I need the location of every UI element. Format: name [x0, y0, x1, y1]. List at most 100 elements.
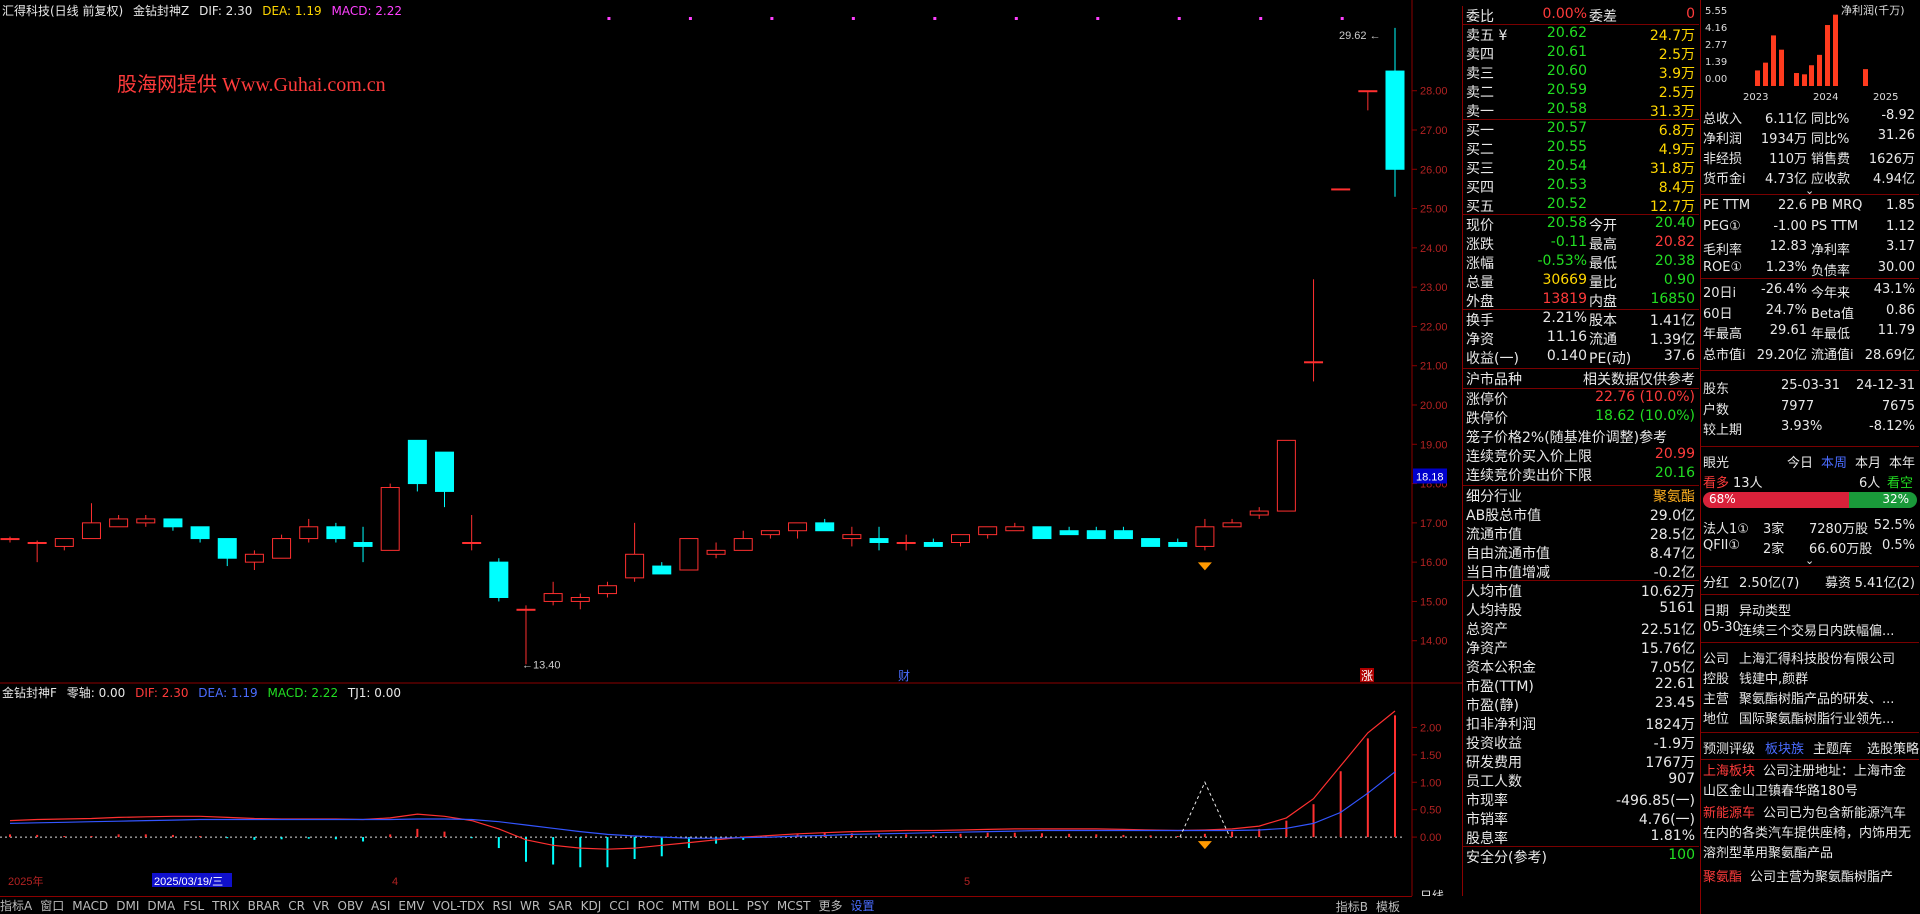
indicator-tab[interactable]: 窗口 [40, 899, 64, 913]
indicator-tab[interactable]: WR [520, 899, 540, 913]
indicator-tab[interactable]: MTM [672, 899, 700, 913]
candle-body[interactable] [353, 542, 373, 547]
candle-body[interactable] [869, 538, 889, 543]
indicator-tab[interactable]: DMI [116, 899, 139, 913]
candle-body[interactable] [217, 538, 237, 559]
candle-body[interactable] [1222, 522, 1242, 528]
candle-body[interactable] [326, 526, 346, 540]
candle-body[interactable] [407, 439, 427, 485]
kline-svg[interactable]: 28.00 27.00 26.00 25.00 24.00 23.00 22.00 21.00… [0, 0, 1462, 896]
fin-row[interactable]: 安全分(参考) 100 [1463, 847, 1699, 866]
expand-chevron-icon[interactable]: ⌄ [1805, 184, 1814, 197]
indicator-tab[interactable]: TRIX [212, 899, 239, 913]
indicator-tab[interactable]: BOLL [708, 899, 739, 913]
indicator-tab[interactable]: FSL [183, 899, 204, 913]
candle-body[interactable] [950, 534, 970, 544]
candle-body[interactable] [1113, 530, 1133, 540]
indicator-tab[interactable]: MCST [777, 899, 811, 913]
indicator-tab[interactable]: OBV [338, 899, 364, 913]
candle-body[interactable] [733, 538, 753, 551]
candle-body[interactable] [0, 538, 20, 541]
candle-body[interactable] [570, 597, 590, 602]
fin-row[interactable]: 市盈(静) 23.45 [1463, 695, 1699, 714]
indicator-tab[interactable]: VOL-TDX [433, 899, 485, 913]
candle-body[interactable] [272, 538, 292, 559]
indicator-tab[interactable]: PSY [747, 899, 769, 913]
fin-row[interactable]: 净资产 15.76亿 [1463, 638, 1699, 657]
candle-body[interactable] [815, 522, 835, 532]
link-tab[interactable]: 板块族 [1765, 738, 1804, 757]
fin-row[interactable]: 资本公积金 7.05亿 [1463, 657, 1699, 676]
candle-body[interactable] [54, 538, 74, 547]
fin-row[interactable]: 投资收益 -1.9万 [1463, 733, 1699, 752]
candle-body[interactable] [1276, 439, 1296, 512]
indicator-tab[interactable]: 指标A [0, 899, 32, 913]
indicator-tab[interactable]: ASI [371, 899, 390, 913]
candle-body[interactable] [1005, 526, 1025, 532]
candle-body[interactable] [1385, 70, 1405, 170]
indicator-tab[interactable]: DMA [147, 899, 175, 913]
candle-body[interactable] [706, 549, 726, 555]
indicator-tab[interactable]: EMV [398, 899, 424, 913]
candle-body[interactable] [190, 526, 210, 540]
candle-body[interactable] [516, 608, 536, 611]
fin-row[interactable]: 总资产 22.51亿 [1463, 619, 1699, 638]
candle-body[interactable] [652, 565, 672, 575]
eye-tab[interactable]: 本年 [1889, 452, 1915, 471]
fin-row[interactable]: 研发费用 1767万 [1463, 752, 1699, 771]
sub-indicator-name[interactable]: 金钻封神F [2, 686, 57, 700]
eye-tab[interactable]: 本月 [1855, 452, 1881, 471]
indicator-tab[interactable]: 设置 [851, 899, 875, 913]
candle-body[interactable] [1032, 526, 1052, 540]
candle-body[interactable] [1331, 188, 1351, 191]
candle-body[interactable] [788, 522, 808, 532]
indicator-tab[interactable]: MACD [72, 899, 108, 913]
link-tab[interactable]: 主题库 [1813, 738, 1852, 757]
candle-body[interactable] [625, 553, 645, 579]
indicator-tab[interactable]: SAR [548, 899, 572, 913]
candle-body[interactable] [543, 593, 563, 602]
template-tab[interactable]: 指标B [1336, 900, 1368, 914]
indicator-tab[interactable]: CR [288, 899, 305, 913]
concept-block[interactable]: 上海板块 公司注册地址：上海市金山区金山卫镇春华路180号 [1703, 762, 1917, 802]
template-tab[interactable]: 模板 [1376, 900, 1400, 914]
indicator-name[interactable]: 金钻封神Z [133, 4, 189, 18]
candle-body[interactable] [679, 538, 699, 571]
candle-body[interactable] [163, 518, 183, 528]
candle-body[interactable] [1141, 538, 1161, 547]
fin-row[interactable]: 细分行业 聚氨酯 [1463, 486, 1699, 505]
candle-body[interactable] [760, 530, 780, 536]
candle-body[interactable] [1168, 542, 1188, 547]
indicator-tab[interactable]: KDJ [581, 899, 602, 913]
fin-row[interactable]: 股息率 1.81% [1463, 828, 1699, 847]
eye-tab[interactable]: 本周 [1821, 452, 1847, 471]
fin-row[interactable]: 人均市值 10.62万 [1463, 581, 1699, 600]
period-label[interactable]: 日线 [1420, 889, 1444, 896]
eye-tab[interactable]: 今日 [1787, 452, 1813, 471]
fin-row[interactable]: 当日市值增减 -0.2亿 [1463, 562, 1699, 581]
fin-row[interactable]: 流通市值 28.5亿 [1463, 524, 1699, 543]
candle-body[interactable] [1304, 361, 1324, 364]
fin-row[interactable]: 员工人数 907 [1463, 771, 1699, 790]
candle-body[interactable] [27, 542, 47, 544]
indicator-tab[interactable]: ROC [638, 899, 664, 913]
candle-body[interactable] [842, 534, 862, 540]
candle-body[interactable] [597, 585, 617, 595]
concept-block[interactable]: 聚氨酯 公司主营为聚氨酯树脂产 [1703, 868, 1917, 888]
fin-row[interactable]: 市销率 4.76(一) [1463, 809, 1699, 828]
candle-body[interactable] [81, 522, 101, 540]
candle-body[interactable] [896, 542, 916, 544]
indicator-tab[interactable]: RSI [493, 899, 513, 913]
link-tab[interactable]: 预测评级 [1703, 738, 1755, 757]
candle-body[interactable] [109, 518, 129, 528]
candle-body[interactable] [299, 526, 319, 540]
fin-row[interactable]: 自由流通市值 8.47亿 [1463, 543, 1699, 562]
concept-block[interactable]: 新能源车 公司已为包含新能源汽车在内的各类汽车提供座椅，内饰用无溶剂型革用聚氨酯产… [1703, 804, 1917, 864]
indicator-tab[interactable]: VR [313, 899, 330, 913]
candle-body[interactable] [1195, 526, 1215, 547]
candle-body[interactable] [923, 542, 943, 547]
candle-body[interactable] [435, 451, 455, 492]
candle-body[interactable] [489, 561, 509, 599]
candle-body[interactable] [978, 526, 998, 536]
candle-body[interactable] [380, 487, 400, 551]
